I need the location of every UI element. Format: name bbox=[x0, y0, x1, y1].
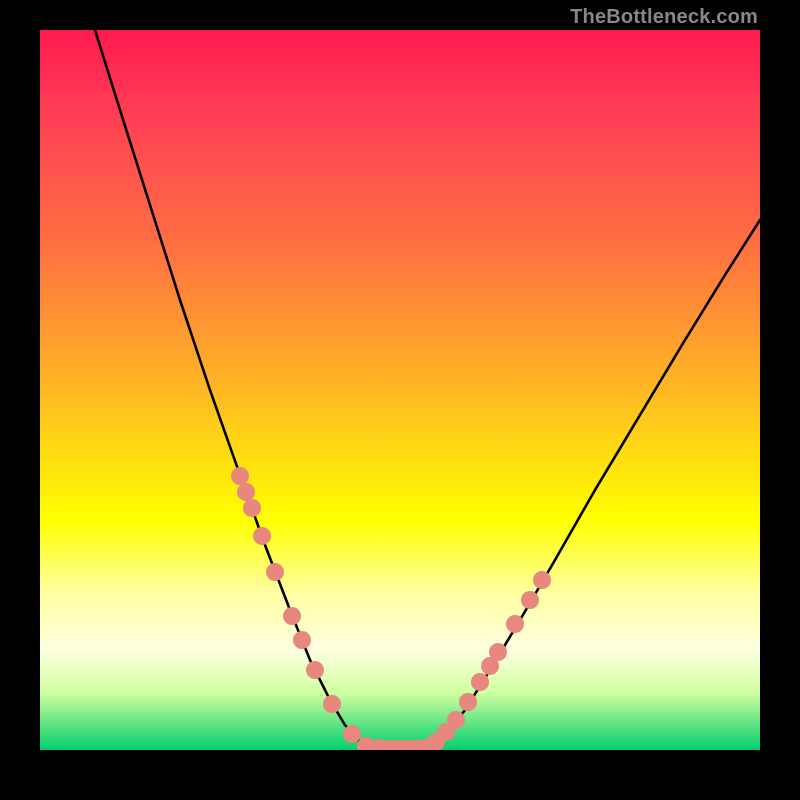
dot-right-dots bbox=[521, 591, 539, 609]
dot-left-dots bbox=[266, 563, 284, 581]
dot-left-dots bbox=[293, 631, 311, 649]
series-right-curve bbox=[430, 220, 760, 748]
chart-container: TheBottleneck.com bbox=[0, 0, 800, 800]
dot-right-dots bbox=[489, 643, 507, 661]
dot-left-dots bbox=[237, 483, 255, 501]
dot-left-dots bbox=[283, 607, 301, 625]
watermark-text: TheBottleneck.com bbox=[570, 6, 758, 29]
dot-left-dots bbox=[343, 725, 361, 743]
dot-left-dots bbox=[243, 499, 261, 517]
dot-left-dots bbox=[323, 695, 341, 713]
dot-right-dots bbox=[471, 673, 489, 691]
valley-floor-band bbox=[358, 740, 436, 750]
dot-right-dots bbox=[533, 571, 551, 589]
dot-left-dots bbox=[253, 527, 271, 545]
dot-left-dots bbox=[306, 661, 324, 679]
dot-left-dots bbox=[231, 467, 249, 485]
chart-svg bbox=[40, 30, 760, 750]
series-lines bbox=[95, 30, 760, 749]
scatter-points bbox=[231, 467, 551, 750]
plot-area bbox=[40, 30, 760, 750]
dot-right-dots bbox=[506, 615, 524, 633]
series-left-curve bbox=[95, 30, 370, 748]
dot-right-dots bbox=[459, 693, 477, 711]
dot-right-dots bbox=[447, 711, 465, 729]
